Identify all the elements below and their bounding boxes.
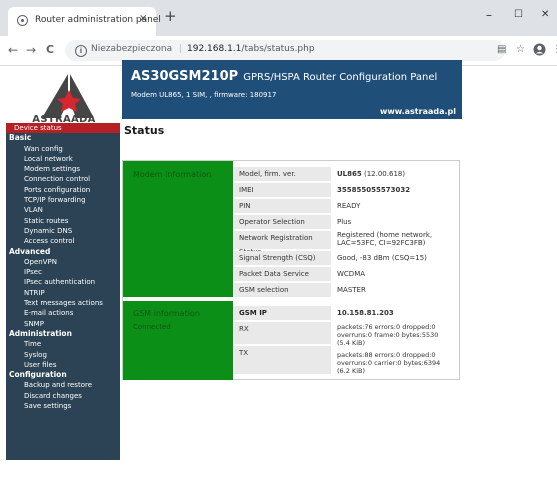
modem-label-operator: Operator Selection [233,215,331,229]
modem-value-model: UL865 (12.00.618) [337,170,452,178]
gsm-value-tx: packets:88 errors:0 dropped:0 overruns:0… [337,351,441,375]
modem-value-gsm-selection: MASTER [337,286,366,294]
browser-tab-strip: Router administration panel × + – ☐ ✕ [0,0,557,36]
modem-value-operator: Plus [337,218,352,226]
modem-value-imei: 355855055573032 [337,186,411,194]
sidebar-item-syslog[interactable]: Syslog [6,350,120,360]
modem-value-signal: Good, -83 dBm (CSQ=15) [337,254,427,262]
gsm-label-tx: TX [233,346,331,374]
gsm-connection-status: Connected [133,323,171,331]
modem-label-gsm-selection: GSM selection [233,283,331,297]
url-text: 192.168.1.1/tabs/status.php [187,44,315,54]
url-host: 192.168.1.1 [187,44,242,54]
modem-label-signal: Signal Strength (CSQ) [233,251,331,265]
modem-value-packet-service: WCDMA [337,270,366,278]
gsm-label-ip: GSM IP [233,306,331,320]
header-banner: AS30GSM210P GPRS/HSPA Router Configurati… [122,60,462,119]
website-link[interactable]: www.astraada.pl [380,107,456,116]
sidebar-item-static-routes[interactable]: Static routes [6,216,120,226]
modem-label-packet-service: Packet Data Service [233,267,331,281]
modem-info-header: Modem information [123,161,233,297]
gsm-label-rx: RX [233,322,331,344]
sidebar-item-email-actions[interactable]: E-mail actions [6,308,120,318]
tab-close-button[interactable]: × [139,13,147,24]
minimize-button[interactable]: – [486,8,492,22]
translate-icon[interactable]: ▤ [497,44,506,55]
sidebar-item-snmp[interactable]: SNMP [6,319,120,329]
modem-value-registration: Registered (home network, LAC=53FC, CI=9… [337,231,433,247]
browser-tab[interactable]: Router administration panel × [8,7,161,36]
account-icon[interactable] [533,43,546,56]
sidebar-item-vlan[interactable]: VLAN [6,205,120,215]
insecure-label: Niezabezpieczona [91,44,173,54]
sidebar-section-basic: Basic [9,133,32,143]
menu-icon[interactable]: ⋮ [552,44,557,55]
modem-label-pin: PIN [233,199,331,213]
sidebar-item-local-network[interactable]: Local network [6,154,120,164]
sidebar-item-dynamic-dns[interactable]: Dynamic DNS [6,226,120,236]
globe-icon [17,15,28,26]
page-title: Status [124,124,165,137]
router-model: AS30GSM210P [131,69,239,84]
url-path: /tabs/status.php [241,44,315,54]
sidebar-item-device-status[interactable]: Device status [6,123,120,134]
close-window-button[interactable]: ✕ [541,8,549,22]
sidebar-section-configuration: Configuration [9,370,67,380]
back-button[interactable]: ← [8,43,18,57]
modem-label-model: Model, firm. ver. [233,167,331,181]
modem-label-imei: IMEI [233,183,331,197]
sidebar-item-wan-config[interactable]: Wan config [6,144,120,154]
sidebar-item-text-messages-actions[interactable]: Text messages actions [6,298,120,308]
sidebar-nav: Device status Basic Wan config Local net… [6,123,120,460]
gsm-info-title: GSM information [133,309,200,318]
sidebar-item-ntrip[interactable]: NTRIP [6,288,120,298]
sidebar-section-administration: Administration [9,328,72,338]
firmware-version: (12.00.618) [361,170,406,178]
sidebar-item-ports-configuration[interactable]: Ports configuration [6,185,120,195]
banner-subtitle: GPRS/HSPA Router Configuration Panel [243,72,438,83]
gsm-value-ip: 10.158.81.203 [337,309,394,317]
sidebar-item-save-settings[interactable]: Save settings [6,401,120,411]
banner-title: AS30GSM210P GPRS/HSPA Router Configurati… [131,65,437,84]
sidebar-item-ipsec[interactable]: IPsec [6,267,120,277]
forward-button[interactable]: → [26,43,36,57]
sidebar-item-tcpip-forwarding[interactable]: TCP/IP forwarding [6,195,120,205]
star-icon[interactable]: ☆ [516,44,525,55]
sidebar-item-time[interactable]: Time [6,339,120,349]
reload-button[interactable]: C [46,43,54,57]
gsm-value-rx: packets:76 errors:0 dropped:0 overruns:0… [337,323,439,347]
url-separator: | [179,44,183,54]
sidebar-item-user-files[interactable]: User files [6,360,120,370]
status-panel: Modem information Model, firm. ver. UL86… [122,160,460,380]
sidebar-item-openvpn[interactable]: OpenVPN [6,257,120,267]
sidebar-item-backup-and-restore[interactable]: Backup and restore [6,380,120,390]
gsm-info-header: GSM information Connected [123,301,233,380]
modem-info-title: Modem information [133,170,212,179]
maximize-button[interactable]: ☐ [514,8,523,22]
sidebar-item-connection-control[interactable]: Connection control [6,174,120,184]
modem-value-pin: READY [337,202,361,210]
model-name: UL865 [337,170,362,178]
modem-summary: Modem UL865, 1 SIM, , firmware: 180917 [131,91,277,99]
sidebar-item-modem-settings[interactable]: Modem settings [6,164,120,174]
modem-label-registration: Network Registration Status [233,231,331,256]
address-input[interactable]: i Niezabezpieczona | 192.168.1.1/tabs/st… [65,40,505,61]
new-tab-button[interactable]: + [164,9,177,24]
info-icon[interactable]: i [75,45,87,57]
sidebar-item-access-control[interactable]: Access control [6,236,120,246]
sidebar-item-discard-changes[interactable]: Discard changes [6,391,120,401]
sidebar-item-ipsec-authentication[interactable]: IPsec authentication [6,277,120,287]
sidebar-section-advanced: Advanced [9,246,51,256]
